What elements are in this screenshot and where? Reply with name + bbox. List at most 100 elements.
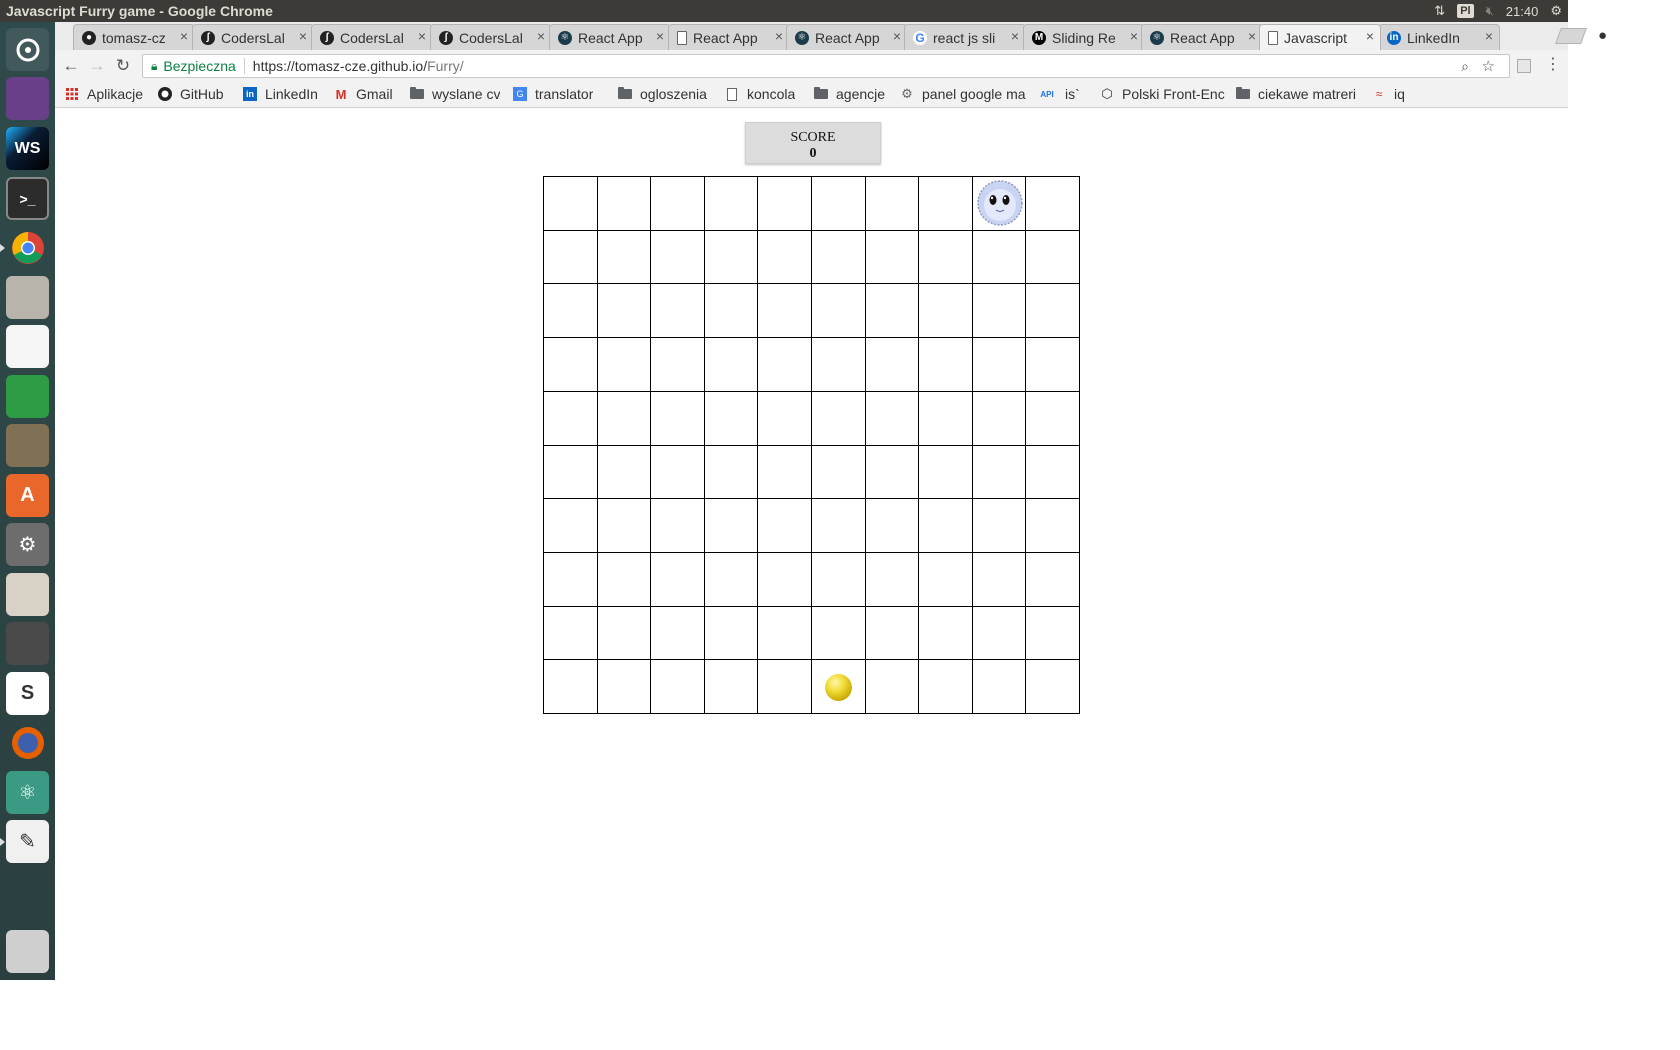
tab-close-icon[interactable]: × <box>1485 28 1493 44</box>
slack-icon[interactable]: S <box>6 672 49 715</box>
trash-icon[interactable] <box>6 930 49 973</box>
tab-close-icon[interactable]: × <box>775 28 783 44</box>
firefox-icon[interactable] <box>6 721 49 764</box>
tab-7[interactable]: ⚛ React App × <box>786 24 908 50</box>
tab-close-icon[interactable]: × <box>656 28 664 44</box>
tab-9[interactable]: M Sliding Re × <box>1023 24 1145 50</box>
board-cell <box>972 284 1027 339</box>
tab-close-icon[interactable]: × <box>418 28 426 44</box>
tab-1[interactable]: ● tomasz-cz × <box>73 24 195 50</box>
tab-3[interactable]: ʃ CodersLal × <box>311 24 433 50</box>
network-icon[interactable]: ⇅ <box>1434 3 1445 19</box>
calculator-icon[interactable] <box>6 622 49 665</box>
tab-6[interactable]: React App × <box>668 24 790 50</box>
bookmark-13[interactable]: ciekawe matreri <box>1236 86 1356 102</box>
bookmark-1[interactable]: Aplikacje <box>65 86 143 102</box>
installer-icon[interactable] <box>6 573 49 616</box>
tab-2[interactable]: ʃ CodersLal × <box>192 24 314 50</box>
linkedin-icon: in <box>243 87 257 101</box>
tab-8[interactable]: Greact js sli × <box>904 24 1026 50</box>
bookmark-label: wyslane cv <box>432 86 501 102</box>
tab-close-icon[interactable]: × <box>180 28 188 44</box>
gimp-icon[interactable] <box>6 424 49 467</box>
forward-button[interactable]: → <box>86 55 108 77</box>
bookmark-star-icon[interactable]: ☆ <box>1482 57 1495 75</box>
bookmark-9[interactable]: agencje <box>814 86 885 102</box>
back-button[interactable]: ← <box>60 55 82 77</box>
webstorm-icon[interactable]: WS <box>6 127 49 170</box>
board-cell <box>1026 284 1080 339</box>
board-cell <box>597 284 652 339</box>
tab-11[interactable]: Javascript × <box>1259 24 1381 50</box>
new-tab-button[interactable] <box>1555 28 1587 44</box>
bookmark-14[interactable]: ≈ iq <box>1372 86 1405 102</box>
dash-home-icon[interactable] <box>6 28 49 71</box>
board-cell <box>651 177 705 231</box>
tab-strip: ● tomasz-cz × ʃ CodersLal × ʃ CodersLal × ʃ Coders… <box>55 22 1607 50</box>
workspace-switcher-icon[interactable] <box>6 77 49 120</box>
keyboard-layout-indicator[interactable]: Pl <box>1457 4 1474 18</box>
calc-icon[interactable] <box>6 375 49 418</box>
software-center-icon[interactable]: A <box>6 474 49 517</box>
board-cell <box>972 660 1027 714</box>
chrome-menu-icon[interactable]: ⋮ <box>1545 54 1561 74</box>
tab-5[interactable]: ⚛ React App × <box>549 24 671 50</box>
system-settings-launcher-icon[interactable]: ⚙ <box>6 523 49 566</box>
reload-button[interactable]: ↻ <box>112 55 134 77</box>
bookmark-6[interactable]: Gtranslator <box>513 86 593 102</box>
tab-close-icon[interactable]: × <box>537 28 545 44</box>
bookmark-7[interactable]: ogloszenia <box>618 86 707 102</box>
profile-icon[interactable]: ● <box>1598 27 1607 44</box>
tab-12[interactable]: in LinkedIn × <box>1378 24 1500 50</box>
board-cell <box>758 230 812 285</box>
coin-icon <box>824 674 852 702</box>
bookmark-8[interactable]: koncola <box>725 86 795 102</box>
board-cell <box>597 445 652 500</box>
bookmark-12[interactable]: ⬡ Polski Front-Enc <box>1100 86 1224 102</box>
atom-icon[interactable]: ⚛ <box>6 771 49 814</box>
system-settings-icon[interactable]: ⚙ <box>1550 3 1562 19</box>
tab-close-icon[interactable]: × <box>1130 28 1138 44</box>
bookmark-label: agencje <box>836 86 886 102</box>
board-cell <box>865 230 920 285</box>
tab-close-icon[interactable]: × <box>299 28 307 44</box>
bookmark-3[interactable]: in LinkedIn <box>243 86 318 102</box>
tab-close-icon[interactable]: × <box>893 28 901 44</box>
board-cell <box>758 177 812 231</box>
symfony-icon: ʃ <box>439 30 453 45</box>
bookmark-10[interactable]: ⚙ panel google ma <box>900 86 1025 102</box>
board-cell <box>704 284 759 339</box>
board-cell <box>811 177 866 231</box>
bookmark-5[interactable]: wyslane cv <box>410 86 500 102</box>
zoom-icon[interactable]: ⌕ <box>1461 58 1469 75</box>
board-cell <box>758 391 812 446</box>
api-icon: API <box>1040 89 1054 99</box>
board-cell <box>651 284 705 339</box>
volume-muted-icon[interactable]: 🔇︎ <box>1486 3 1494 19</box>
terminal-icon[interactable]: >_ <box>6 177 49 220</box>
editor-running-pip <box>0 838 5 846</box>
clock[interactable]: 21:40 <box>1506 4 1539 19</box>
board-cell <box>919 177 973 231</box>
bookmark-2[interactable]: GitHub <box>158 86 224 102</box>
text-editor-icon[interactable]: ✎ <box>6 820 49 863</box>
files-icon[interactable] <box>6 276 49 319</box>
tab-close-icon[interactable]: × <box>1366 28 1374 44</box>
board-cell <box>919 660 973 714</box>
board-cell <box>597 230 652 285</box>
tab-4[interactable]: ʃ CodersLal × <box>430 24 552 50</box>
board-cell <box>597 660 652 714</box>
tab-close-icon[interactable]: × <box>1011 28 1019 44</box>
address-bar[interactable]: 🔒︎ Bezpieczna https://tomasz-cze.github.… <box>142 54 1510 78</box>
bookmark-4[interactable]: M Gmail <box>334 86 393 102</box>
board-cell <box>597 606 652 661</box>
bookmark-label: ogloszenia <box>640 86 707 102</box>
extension-icon[interactable] <box>1517 59 1531 73</box>
tab-close-icon[interactable]: × <box>1248 28 1256 44</box>
tab-10[interactable]: ⚛ React App × <box>1141 24 1263 50</box>
bookmark-11[interactable]: API is` <box>1037 86 1079 102</box>
board-cell <box>972 445 1027 500</box>
chrome-icon[interactable] <box>6 226 49 269</box>
game-board[interactable] <box>543 176 1080 714</box>
writer-icon[interactable] <box>6 325 49 368</box>
